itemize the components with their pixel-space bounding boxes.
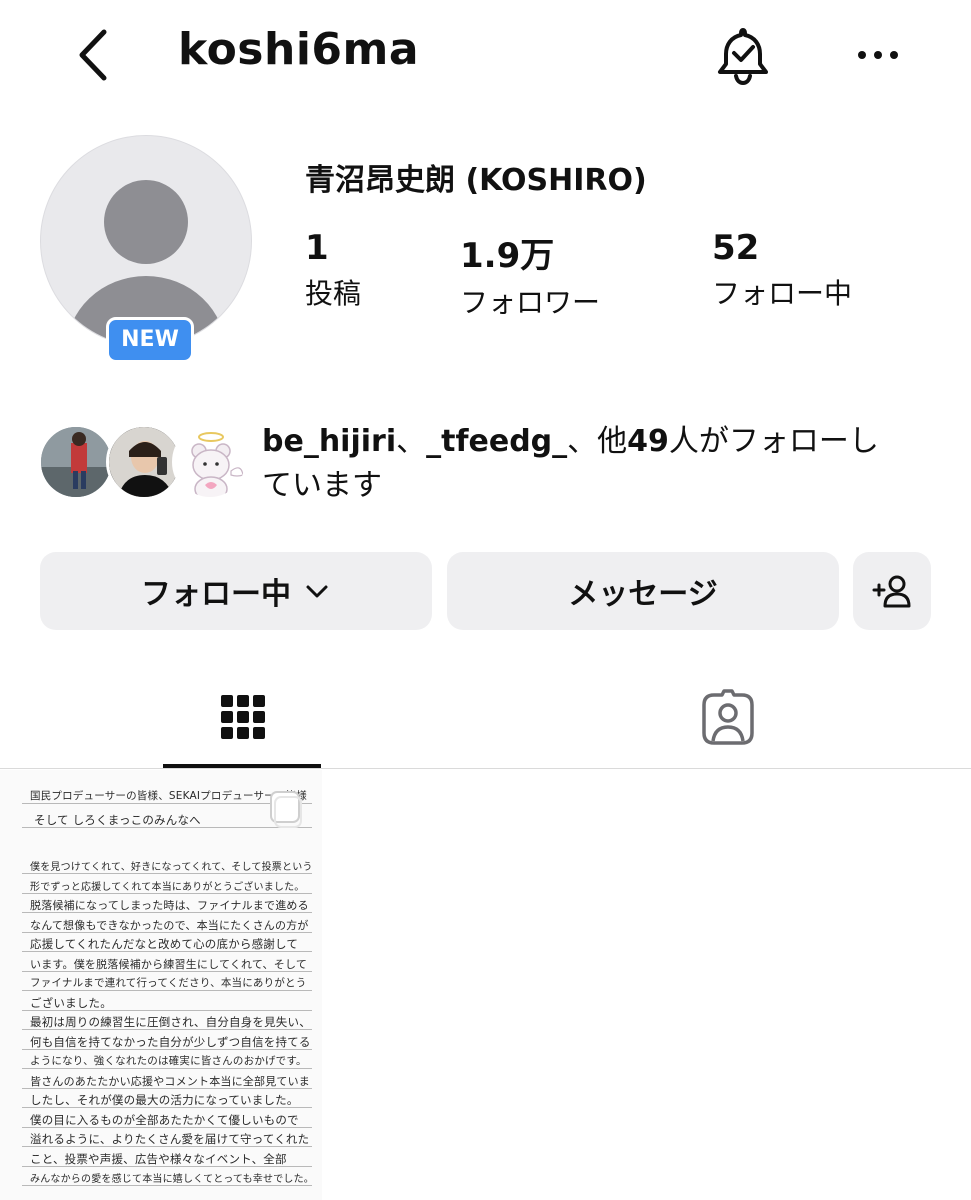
- mutual-follower-name[interactable]: be_hijiri: [262, 424, 396, 459]
- chevron-left-icon: [79, 29, 107, 81]
- message-button[interactable]: メッセージ: [447, 552, 839, 630]
- photo-thumbnail: [41, 427, 111, 497]
- mutual-follower-avatar[interactable]: [106, 424, 182, 500]
- handwritten-line: そして しろくまっこのみんなへ: [34, 813, 201, 827]
- handwritten-line: みんなからの愛を感じて本当に嬉しくてとっても幸せでした。: [30, 1174, 314, 1185]
- suggested-accounts-button[interactable]: [853, 552, 931, 630]
- handwritten-line: 形でずっと応援してくれて本当にありがとうございました。: [30, 881, 305, 893]
- grid-icon: [220, 695, 265, 739]
- others-prefix: 、他: [567, 424, 628, 459]
- handwritten-line: 国民プロデューサーの皆様、SEKAIプロデューサーの皆様: [30, 790, 307, 802]
- handwritten-line: 僕の目に入るものが全部あたたかくて優しいもので: [30, 1112, 299, 1127]
- mutual-follower-avatar[interactable]: [172, 424, 248, 500]
- tagged-person-icon: [702, 689, 754, 745]
- stat-following-count: 52: [712, 228, 760, 268]
- handwritten-line: ファイナルまで連れて行ってくださり、本当にありがとう: [30, 977, 307, 989]
- back-button[interactable]: [70, 28, 120, 82]
- followed-by-text[interactable]: be_hijiri、_tfeedg_、他49人がフォローし ています: [262, 420, 942, 508]
- following-dropdown-button[interactable]: フォロー中: [40, 552, 432, 630]
- bear-illustration: [175, 427, 245, 497]
- handwritten-line: 何も自信を持てなかった自分が少しずつ自信を持てる: [30, 1034, 311, 1049]
- handwritten-line: 溢れるように、よりたくさん愛を届けて守ってくれた: [30, 1132, 310, 1146]
- stat-following-label: フォロー中: [712, 277, 853, 310]
- carousel-icon: [270, 791, 302, 828]
- separator: 、: [396, 424, 427, 459]
- profile-avatar[interactable]: [40, 135, 252, 347]
- handwritten-line: 応援してくれたんだなと改めて心の底から感謝して: [30, 937, 299, 951]
- notebook-rule: [22, 1068, 312, 1069]
- stat-following[interactable]: 52 フォロー中: [712, 228, 852, 312]
- handwritten-line: 最初は周りの練習生に圧倒され、自分自身を見失い、: [30, 1015, 311, 1029]
- notebook-rule: [22, 873, 312, 874]
- others-count: 49: [627, 424, 669, 459]
- followed-suffix-line2: ています: [262, 468, 382, 503]
- mutual-follower-name[interactable]: _tfeedg_: [426, 424, 567, 459]
- mutual-follower-avatar[interactable]: [38, 424, 114, 500]
- stat-followers[interactable]: 1.9万 フォロワー: [460, 228, 600, 321]
- profile-full-name: 青沼昂史朗 (KOSHIRO): [305, 163, 647, 198]
- following-button-label: フォロー中: [141, 577, 291, 612]
- post-thumbnail[interactable]: 国民プロデューサーの皆様、SEKAIプロデューサーの皆様 そして しろくまっこの…: [0, 770, 322, 1200]
- handwritten-line: 僕を見つけてくれて、好きになってくれて、そして投票という: [30, 862, 313, 873]
- stat-posts-count: 1: [305, 228, 329, 268]
- notebook-rule: [22, 990, 312, 991]
- stat-followers-label: フォロワー: [460, 286, 601, 319]
- message-button-label: メッセージ: [568, 577, 718, 612]
- handwritten-line: 皆さんのあたたかい応援やコメント本当に全部見ていま: [30, 1074, 310, 1088]
- profile-username: koshi6ma: [178, 24, 420, 75]
- more-options-button[interactable]: [850, 40, 906, 70]
- handwritten-line: こと、投票や声援、広告や様々なイベント、全部: [30, 1151, 287, 1166]
- bell-check-icon: [718, 28, 768, 86]
- notebook-rule: [22, 892, 312, 894]
- tab-tagged[interactable]: [485, 670, 971, 764]
- handwritten-line: なんて想像もできなかったので、本当にたくさんの方が: [30, 918, 309, 932]
- person-add-icon: [872, 575, 911, 608]
- handwritten-line: 脱落候補になってしまった時は、ファイナルまで進める: [30, 899, 309, 912]
- followed-suffix: 人がフォローし: [668, 424, 879, 459]
- handwritten-line: ようになり、強くなれたのは確実に皆さんのおかげです。: [30, 1055, 307, 1067]
- tab-divider: [0, 768, 971, 769]
- stat-posts-label: 投稿: [305, 277, 362, 310]
- more-horizontal-icon: [858, 51, 898, 59]
- chevron-down-icon: [306, 585, 328, 598]
- handwritten-line: います。僕を脱落候補から練習生にしてくれて、そして: [30, 957, 308, 971]
- handwritten-line: したし、それが僕の最大の活力になっていました。: [30, 1093, 299, 1107]
- default-avatar-icon: [66, 180, 226, 346]
- notifications-button[interactable]: [712, 26, 774, 86]
- stat-followers-count: 1.9万: [460, 236, 555, 276]
- new-badge: NEW: [106, 317, 194, 363]
- notebook-rule: [22, 1185, 312, 1186]
- handwritten-line: ございました。: [30, 995, 112, 1010]
- tab-posts-grid[interactable]: [0, 670, 485, 764]
- stat-posts[interactable]: 1 投稿: [305, 228, 361, 312]
